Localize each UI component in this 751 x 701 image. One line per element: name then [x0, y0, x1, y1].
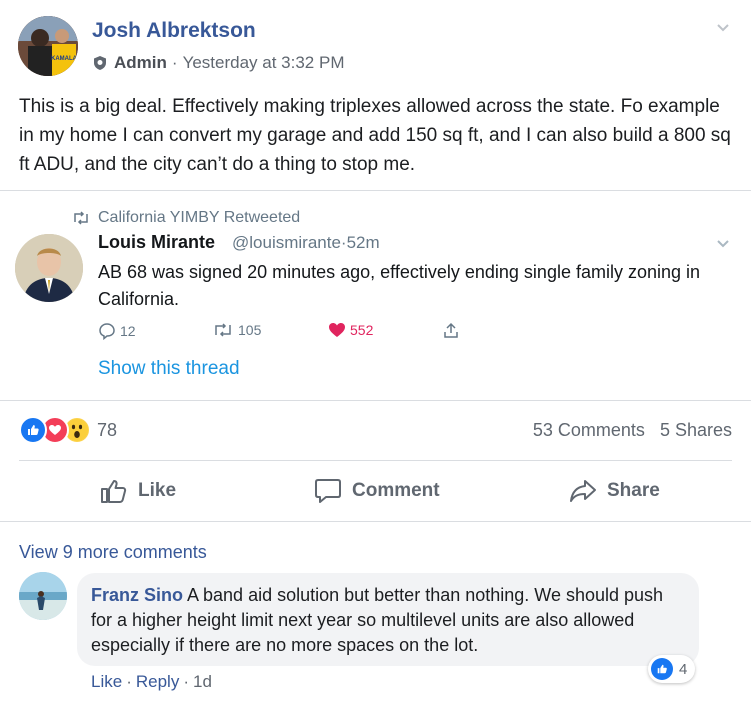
- post-header: KAMALA Josh Albrektson Admin · Yesterday…: [0, 0, 751, 90]
- comment-reaction-count: 4: [679, 660, 688, 678]
- share-button-label: Share: [607, 480, 660, 501]
- share-button[interactable]: Share: [569, 475, 660, 507]
- comment-reaction-badge[interactable]: 4: [648, 655, 696, 683]
- thumbs-up-icon: [101, 480, 127, 503]
- like-button-label: Like: [138, 480, 177, 501]
- comment-reply-link[interactable]: Reply: [136, 672, 179, 691]
- share-up-icon: [444, 322, 458, 338]
- meta-separator: ·: [171, 53, 178, 72]
- commenter-avatar[interactable]: [19, 572, 67, 620]
- tweet-reply-button[interactable]: 12: [98, 322, 136, 340]
- tweet-author-avatar[interactable]: [15, 234, 83, 302]
- avatar-sign-text: KAMALA: [51, 56, 78, 62]
- comment-time[interactable]: 1d: [193, 672, 212, 691]
- tweet-options-chevron-icon[interactable]: [716, 236, 730, 250]
- comment-bubble: Franz Sino A band aid solution but better…: [77, 573, 699, 666]
- embedded-tweet[interactable]: California YIMBY Retweeted Louis Mirante…: [0, 192, 751, 400]
- tweet-actions: 12 105 552: [98, 322, 478, 346]
- retweeted-by-text: California YIMBY Retweeted: [98, 209, 301, 226]
- reaction-icons[interactable]: 78: [19, 416, 117, 444]
- comments-count-link[interactable]: 53 Comments: [533, 420, 645, 440]
- comment-actions: Like · Reply · 1d: [91, 672, 212, 692]
- reactions-summary: 78 53 Comments 5 Shares: [0, 400, 751, 460]
- tweet-like-button[interactable]: 552: [328, 322, 373, 338]
- engagement-counts: 53 Comments 5 Shares: [533, 420, 732, 441]
- post-timestamp[interactable]: Yesterday at 3:32 PM: [183, 53, 345, 73]
- tweet-handle-line: @louismirante·52m: [232, 233, 380, 253]
- tweet-age[interactable]: 52m: [347, 233, 380, 252]
- comment-like-link[interactable]: Like: [91, 672, 122, 691]
- like-count: 552: [350, 322, 374, 338]
- comment-separator: ·: [126, 672, 132, 691]
- divider: [0, 190, 751, 191]
- view-more-comments-link[interactable]: View 9 more comments: [19, 542, 207, 563]
- heart-icon: [329, 323, 345, 337]
- share-arrow-icon: [570, 480, 596, 502]
- comment-button[interactable]: Comment: [314, 475, 440, 507]
- admin-label: Admin: [114, 53, 167, 72]
- shares-count-link[interactable]: 5 Shares: [660, 420, 732, 440]
- tweet-author-name[interactable]: Louis Mirante: [98, 232, 215, 253]
- comment-button-label: Comment: [352, 480, 440, 501]
- reaction-count: 78: [97, 419, 118, 440]
- post-meta: Admin · Yesterday at 3:32 PM: [92, 53, 344, 73]
- like-reaction-icon: [19, 416, 47, 444]
- retweet-icon: [74, 211, 88, 225]
- retweet-indicator: California YIMBY Retweeted: [72, 209, 300, 227]
- post-options-chevron-icon[interactable]: [716, 20, 730, 34]
- comment-separator: ·: [183, 672, 189, 691]
- like-button[interactable]: Like: [100, 475, 176, 507]
- admin-shield-icon: [92, 55, 108, 71]
- tweet-text: AB 68 was signed 20 minutes ago, effecti…: [98, 262, 701, 309]
- comment-bubble-icon: [315, 479, 341, 503]
- tweet-share-button[interactable]: [442, 322, 464, 340]
- divider: [0, 521, 751, 522]
- show-thread-link[interactable]: Show this thread: [98, 358, 240, 380]
- post-text: This is a big deal. Effectively making t…: [19, 96, 731, 175]
- comment-like-reaction-icon: [651, 658, 673, 680]
- comment-author-name[interactable]: Franz Sino: [91, 585, 183, 605]
- author-avatar[interactable]: KAMALA: [18, 16, 78, 76]
- reply-icon: [99, 323, 115, 340]
- retweet-count: 105: [238, 322, 262, 338]
- tweet-handle[interactable]: @louismirante: [232, 233, 341, 252]
- retweet-action-icon: [215, 323, 231, 337]
- post-author-name[interactable]: Josh Albrektson: [92, 19, 256, 43]
- reply-count: 12: [120, 323, 136, 339]
- tweet-retweet-button[interactable]: 105: [212, 322, 261, 338]
- post-action-bar: Like Comment Share: [0, 461, 751, 521]
